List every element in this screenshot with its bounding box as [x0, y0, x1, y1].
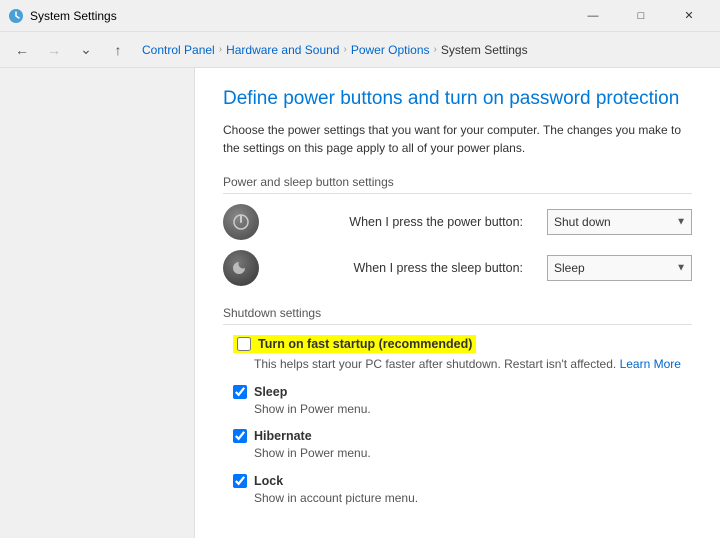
learn-more-link[interactable]: Learn More — [620, 357, 681, 371]
sleep-button-row: When I press the sleep button: Sleep Shu… — [223, 250, 692, 286]
power-sleep-section-label: Power and sleep button settings — [223, 175, 692, 194]
lock-checkbox[interactable] — [233, 474, 247, 488]
breadcrumb: Control Panel › Hardware and Sound › Pow… — [142, 43, 712, 57]
back-button[interactable]: ← — [8, 36, 36, 64]
shutdown-items: Turn on fast startup (recommended) This … — [223, 335, 692, 507]
power-button-label: When I press the power button: — [273, 215, 533, 229]
title-bar: System Settings — □ ✕ — [0, 0, 720, 32]
fast-startup-checkbox[interactable] — [237, 337, 251, 351]
minimize-button[interactable]: — — [570, 1, 616, 31]
forward-button[interactable]: → — [40, 36, 68, 64]
fast-startup-item: Turn on fast startup (recommended) This … — [233, 335, 692, 373]
sleep-checkbox[interactable] — [233, 385, 247, 399]
close-button[interactable]: ✕ — [666, 1, 712, 31]
lock-description: Show in account picture menu. — [254, 490, 692, 507]
power-button-row: When I press the power button: Shut down… — [223, 204, 692, 240]
breadcrumb-sep-2: › — [343, 44, 346, 55]
maximize-button[interactable]: □ — [618, 1, 664, 31]
hibernate-checkbox[interactable] — [233, 429, 247, 443]
breadcrumb-current: System Settings — [441, 43, 528, 57]
power-sleep-settings: Power and sleep button settings When I p… — [223, 175, 692, 286]
sleep-button-select[interactable]: Sleep Shut down Hibernate Turn off the d… — [547, 255, 692, 281]
breadcrumb-sep-1: › — [219, 44, 222, 55]
sleep-icon — [223, 250, 259, 286]
power-button-select[interactable]: Shut down Sleep Hibernate Turn off the d… — [547, 209, 692, 235]
dropdown-button[interactable]: ⌄ — [72, 36, 100, 64]
page-title: Define power buttons and turn on passwor… — [223, 88, 692, 111]
sleep-button-label: When I press the sleep button: — [273, 261, 533, 275]
shutdown-section-label: Shutdown settings — [223, 306, 692, 325]
power-icon — [223, 204, 259, 240]
fast-startup-highlight: Turn on fast startup (recommended) — [233, 335, 476, 353]
lock-item: Lock Show in account picture menu. — [233, 474, 692, 507]
lock-checkbox-row: Lock — [233, 474, 692, 488]
sleep-item: Sleep Show in Power menu. — [233, 385, 692, 418]
breadcrumb-control-panel[interactable]: Control Panel — [142, 43, 215, 57]
sleep-checkbox-row: Sleep — [233, 385, 692, 399]
sleep-description: Show in Power menu. — [254, 401, 692, 418]
hibernate-label[interactable]: Hibernate — [254, 429, 312, 443]
breadcrumb-sep-3: › — [434, 44, 437, 55]
hibernate-item: Hibernate Show in Power menu. — [233, 429, 692, 462]
power-button-dropdown-wrapper: Shut down Sleep Hibernate Turn off the d… — [547, 209, 692, 235]
hibernate-description: Show in Power menu. — [254, 445, 692, 462]
left-nav — [0, 68, 195, 538]
content-area: Define power buttons and turn on passwor… — [0, 68, 720, 538]
sleep-button-dropdown-wrapper: Sleep Shut down Hibernate Turn off the d… — [547, 255, 692, 281]
lock-label[interactable]: Lock — [254, 474, 283, 488]
nav-bar: ← → ⌄ ↑ Control Panel › Hardware and Sou… — [0, 32, 720, 68]
main-panel: Define power buttons and turn on passwor… — [195, 68, 720, 538]
fast-startup-description: This helps start your PC faster after sh… — [254, 356, 692, 373]
breadcrumb-power-options[interactable]: Power Options — [351, 43, 430, 57]
shutdown-section: Shutdown settings Turn on fast startup (… — [223, 306, 692, 507]
window-controls: — □ ✕ — [570, 1, 712, 31]
hibernate-checkbox-row: Hibernate — [233, 429, 692, 443]
breadcrumb-hardware-sound[interactable]: Hardware and Sound — [226, 43, 339, 57]
app-icon — [8, 8, 24, 24]
sleep-label[interactable]: Sleep — [254, 385, 287, 399]
page-description: Choose the power settings that you want … — [223, 121, 692, 157]
up-button[interactable]: ↑ — [104, 36, 132, 64]
fast-startup-label[interactable]: Turn on fast startup (recommended) — [258, 337, 472, 351]
window-title: System Settings — [30, 9, 117, 23]
